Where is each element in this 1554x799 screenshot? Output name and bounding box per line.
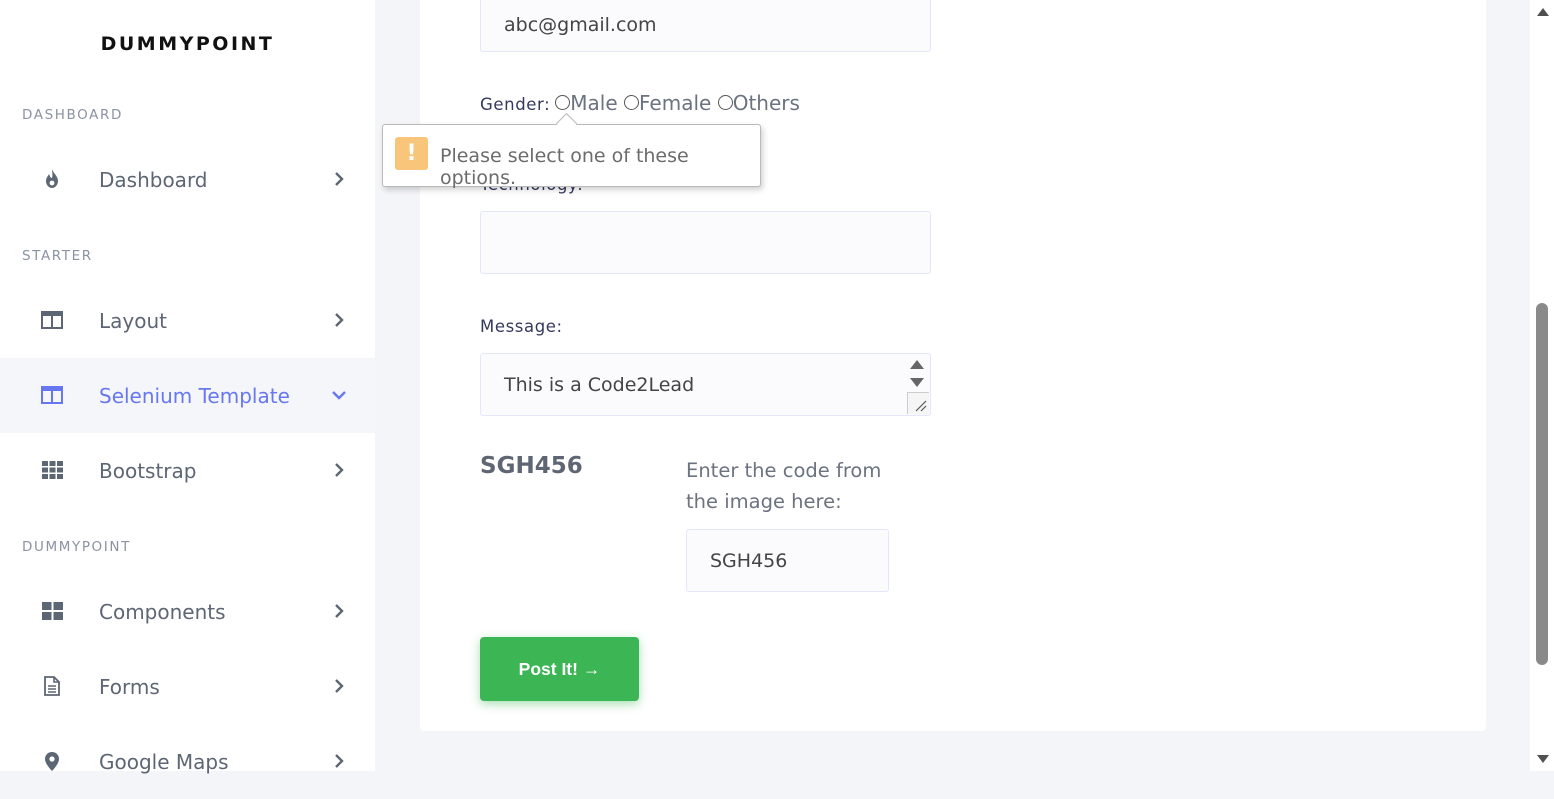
- textarea-scroll-down-icon[interactable]: [910, 378, 924, 387]
- chevron-right-icon: [335, 604, 344, 618]
- captcha-input[interactable]: SGH456: [686, 529, 889, 592]
- post-it-button[interactable]: Post It! →: [480, 637, 639, 701]
- scroll-down-icon[interactable]: [1537, 755, 1549, 763]
- sidebar-item-bootstrap[interactable]: Bootstrap: [0, 433, 375, 508]
- grid-icon: [41, 459, 63, 481]
- message-text: This is a Code2Lead: [504, 373, 695, 396]
- sidebar-item-selenium-template[interactable]: Selenium Template: [0, 358, 375, 433]
- map-marker-icon: [41, 750, 63, 772]
- chevron-right-icon: [335, 679, 344, 693]
- tooltip-text: Please select one of these options.: [440, 145, 689, 189]
- fire-icon: [41, 168, 63, 190]
- sidebar: DUMMYPOINT DASHBOARD Dashboard STARTER L…: [0, 0, 375, 774]
- chevron-down-icon: [332, 391, 346, 400]
- gender-option-label: Others: [732, 91, 800, 115]
- sidebar-item-layout[interactable]: Layout: [0, 283, 375, 358]
- section-header-dashboard: DASHBOARD: [22, 107, 123, 123]
- sidebar-item-label: Forms: [99, 675, 160, 699]
- sidebar-item-label: Layout: [99, 309, 167, 333]
- section-header-dummypoint: DUMMYPOINT: [22, 539, 131, 555]
- message-textarea[interactable]: This is a Code2Lead: [480, 353, 931, 416]
- gender-label: Gender:: [480, 95, 551, 114]
- sidebar-item-components[interactable]: Components: [0, 574, 375, 649]
- sidebar-item-forms[interactable]: Forms: [0, 649, 375, 724]
- page-scrollbar[interactable]: [1530, 0, 1554, 771]
- sidebar-item-label: Dashboard: [99, 168, 208, 192]
- scroll-up-icon[interactable]: [1537, 8, 1549, 16]
- gender-radio-female[interactable]: [624, 95, 640, 110]
- textarea-scroll-up-icon[interactable]: [910, 360, 924, 369]
- file-icon: [41, 675, 63, 697]
- captcha-code: SGH456: [480, 453, 583, 479]
- message-label: Message:: [480, 317, 563, 336]
- chevron-right-icon: [335, 754, 344, 768]
- scrollbar-thumb[interactable]: [1536, 303, 1548, 665]
- sidebar-item-label: Google Maps: [99, 750, 229, 774]
- resize-handle-icon[interactable]: [907, 392, 929, 414]
- technology-field[interactable]: [480, 211, 931, 274]
- th-large-icon: [41, 600, 63, 622]
- chevron-right-icon: [335, 172, 344, 186]
- sidebar-item-label: Bootstrap: [99, 459, 197, 483]
- gender-radio-male[interactable]: [555, 95, 571, 110]
- sidebar-item-label: Selenium Template: [99, 384, 290, 408]
- captcha-prompt: Enter the code from the image here:: [686, 459, 882, 513]
- chevron-right-icon: [335, 463, 344, 477]
- email-field[interactable]: abc@gmail.com: [480, 0, 931, 52]
- gender-group: Gender: Male Female Others: [480, 91, 800, 115]
- gender-radio-others[interactable]: [717, 95, 733, 110]
- validation-tooltip: ! Please select one of these options.: [382, 112, 761, 189]
- sidebar-item-dashboard[interactable]: Dashboard: [0, 142, 375, 217]
- sidebar-item-label: Components: [99, 600, 226, 624]
- warning-icon: !: [395, 137, 428, 170]
- gender-option-label: Female: [639, 91, 712, 115]
- sidebar-item-google-maps[interactable]: Google Maps: [0, 724, 375, 799]
- columns-icon: [41, 309, 63, 331]
- columns-icon: [41, 384, 63, 406]
- gender-option-label: Male: [570, 91, 618, 115]
- brand-logo[interactable]: DUMMYPOINT: [0, 33, 375, 55]
- section-header-starter: STARTER: [22, 248, 93, 264]
- chevron-right-icon: [335, 313, 344, 327]
